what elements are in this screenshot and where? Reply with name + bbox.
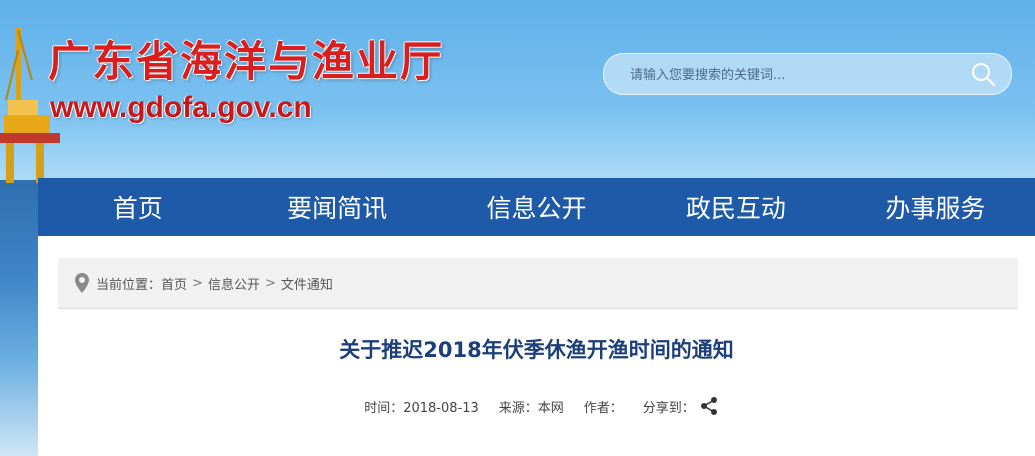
article-meta: 时间：2018-08-13 来源：本网 作者： 分享到： bbox=[38, 396, 1035, 416]
share-label: 分享到： bbox=[642, 400, 695, 416]
breadcrumb-prefix: 当前位置： bbox=[96, 277, 162, 293]
nav-item-services[interactable]: 办事服务 bbox=[836, 178, 1035, 236]
nav-item-home[interactable]: 首页 bbox=[38, 178, 237, 236]
site-title: 广东省海洋与渔业厅 bbox=[48, 37, 445, 86]
breadcrumb-file-notice[interactable]: 文件通知 bbox=[281, 274, 333, 293]
search-box bbox=[603, 53, 1012, 95]
location-pin-icon bbox=[75, 273, 89, 293]
search-icon[interactable] bbox=[969, 60, 997, 88]
nav-item-news[interactable]: 要闻简讯 bbox=[237, 178, 436, 236]
search-input[interactable] bbox=[628, 63, 952, 87]
nav-item-info-disclosure[interactable]: 信息公开 bbox=[437, 178, 636, 236]
content-area: 当前位置： 首页 > 信息公开 > 文件通知 关于推迟2018年伏季休渔开渔时间… bbox=[38, 236, 1035, 456]
breadcrumb-info-disclosure[interactable]: 信息公开 bbox=[208, 274, 260, 293]
article-author: 作者： bbox=[583, 400, 623, 416]
nav-item-interaction[interactable]: 政民互动 bbox=[636, 178, 835, 236]
main-nav: 首页 要闻简讯 信息公开 政民互动 办事服务 bbox=[38, 178, 1035, 236]
breadcrumb-separator: > bbox=[192, 275, 203, 291]
sea-background bbox=[0, 180, 40, 456]
article-title: 关于推迟2018年伏季休渔开渔时间的通知 bbox=[339, 338, 734, 362]
breadcrumb-separator: > bbox=[264, 275, 276, 291]
article-source: 来源：本网 bbox=[498, 400, 564, 416]
share-icon[interactable] bbox=[699, 396, 719, 416]
breadcrumb-home[interactable]: 首页 bbox=[161, 274, 187, 293]
breadcrumb: 当前位置： 首页 > 信息公开 > 文件通知 bbox=[58, 258, 1018, 309]
site-url: www.gdofa.gov.cn bbox=[50, 91, 312, 124]
article-time: 时间：2018-08-13 bbox=[364, 400, 479, 416]
